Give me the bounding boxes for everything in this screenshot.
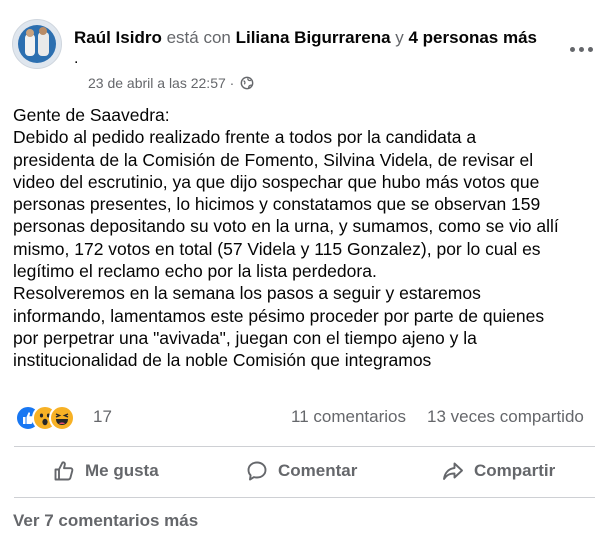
avatar-figure [26,29,34,37]
and-text: y [395,28,404,47]
avatar-photo [18,25,56,63]
like-button[interactable]: Me gusta [52,452,159,490]
dot [588,47,593,52]
more-options-icon[interactable] [567,39,597,59]
comment-button-label: Comentar [278,461,358,480]
reaction-count[interactable]: 17 [93,407,112,427]
meta-separator: · [229,75,235,91]
comments-count-link[interactable]: 11 comentarios [291,407,406,427]
divider [14,446,595,447]
others-link[interactable]: 4 personas más [409,28,538,47]
view-more-comments-link[interactable]: Ver 7 comentarios más [13,511,198,531]
divider [14,497,595,498]
share-button-label: Compartir [474,461,556,480]
timestamp-link[interactable]: 23 de abril a las 22:57 [88,75,226,91]
post-title-line: Raúl Isidro está con Liliana Bigurrarena… [74,27,574,49]
share-icon [443,462,463,480]
post-actions: Me gusta Comentar Compartir [14,452,595,490]
post-meta: 23 de abril a las 22:57 · [88,74,254,94]
avatar-figure [39,27,47,35]
reaction-icons[interactable] [15,405,85,431]
comment-icon [247,461,267,481]
shares-count-link[interactable]: 13 veces compartido [427,407,584,427]
post-header: Raúl Isidro está con Liliana Bigurrarena… [12,17,602,97]
avatar-figure [38,32,49,56]
haha-icon [49,405,75,431]
like-button-label: Me gusta [85,461,159,480]
title-trailing-dot: . [74,50,79,67]
share-button[interactable]: Compartir [441,452,555,490]
author-name-link[interactable]: Raúl Isidro [74,28,162,47]
author-avatar[interactable] [12,19,62,69]
dot [570,47,575,52]
post-stats: 17 11 comentarios 13 veces compartido [15,405,600,431]
thumbs-up-icon [54,461,74,481]
comment-button[interactable]: Comentar [245,452,357,490]
dot [579,47,584,52]
with-text: está con [166,28,231,47]
post-body-text: Gente de Saavedra: Debido al pedido real… [13,105,559,371]
tagged-person-link[interactable]: Liliana Bigurrarena [236,28,391,47]
globe-icon[interactable] [240,76,254,94]
avatar-figure [25,34,35,56]
